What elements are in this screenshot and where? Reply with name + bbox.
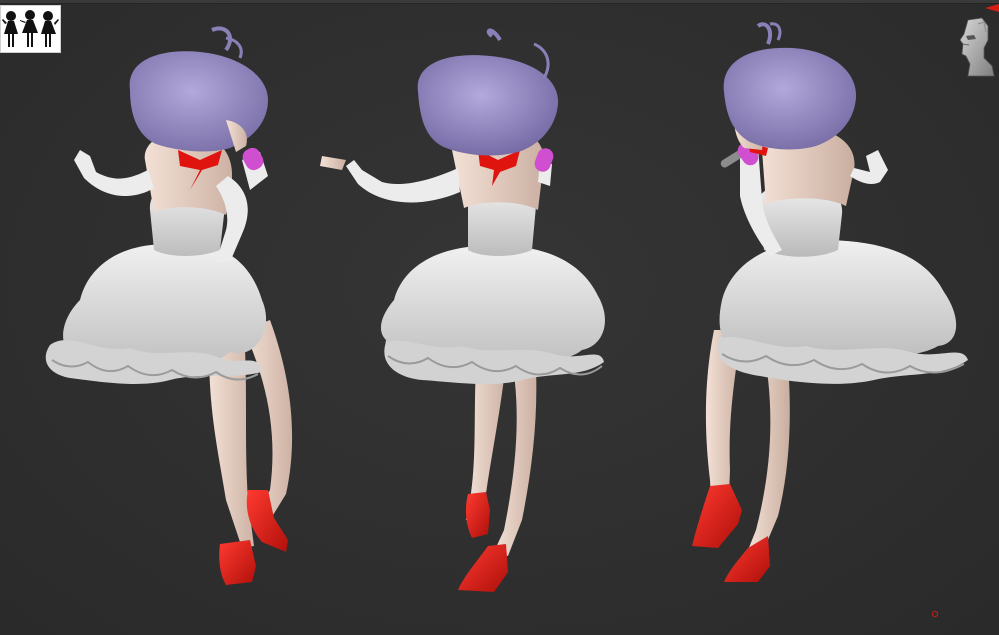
figure-view-left: [30, 0, 310, 635]
figure-view-back: [282, 0, 627, 635]
red-indicator-icon: [985, 4, 999, 12]
3d-viewport[interactable]: [0, 0, 999, 635]
figure-view-right: [682, 0, 982, 635]
